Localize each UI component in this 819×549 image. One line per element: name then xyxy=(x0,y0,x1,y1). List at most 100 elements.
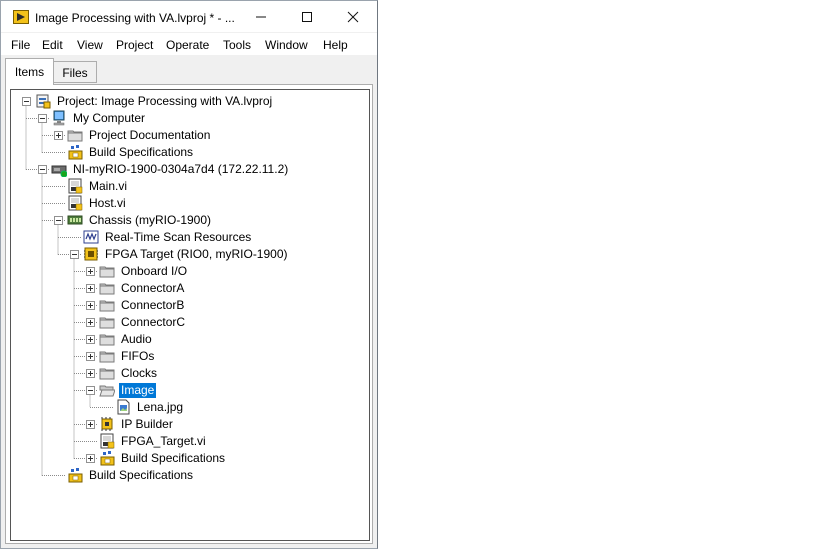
tree-item-label: Onboard I/O xyxy=(121,264,188,278)
tree-item-label: Audio xyxy=(121,332,152,346)
chassis-icon xyxy=(67,212,83,228)
collapse-icon[interactable] xyxy=(38,114,47,123)
collapse-icon[interactable] xyxy=(54,216,63,225)
menu-file[interactable]: File xyxy=(11,38,30,52)
tree-item[interactable]: Project: Image Processing with VA.lvproj xyxy=(11,93,367,110)
expand-icon[interactable] xyxy=(86,420,95,429)
tree-item[interactable]: ConnectorC xyxy=(11,314,367,331)
folder-icon xyxy=(99,297,115,313)
expand-icon[interactable] xyxy=(86,318,95,327)
tab-items[interactable]: Items xyxy=(5,58,54,85)
tree-item[interactable]: ConnectorA xyxy=(11,280,367,297)
minimize-button[interactable] xyxy=(238,1,284,32)
tree-item-label: ConnectorC xyxy=(121,315,186,329)
tree-item-label: Build Specifications xyxy=(89,145,194,159)
tree-item[interactable]: Project Documentation xyxy=(11,127,367,144)
project-icon xyxy=(35,93,51,109)
tree-item-label: NI-myRIO-1900-0304a7d4 (172.22.11.2) xyxy=(73,162,289,176)
myrio-target-icon xyxy=(51,161,68,178)
tree-item[interactable]: FPGA Target (RIO0, myRIO-1900) xyxy=(11,246,367,263)
tree-item[interactable]: Real-Time Scan Resources xyxy=(11,229,367,246)
menu-project[interactable]: Project xyxy=(116,38,153,52)
menu-bar: File Edit View Project Operate Tools Win… xyxy=(1,33,377,55)
tree-item-label: ConnectorA xyxy=(121,281,185,295)
view-tabs: Items Files xyxy=(1,56,377,85)
close-button[interactable] xyxy=(330,1,376,32)
tree-item[interactable]: Main.vi xyxy=(11,178,367,195)
build-spec-icon xyxy=(67,144,83,160)
tree-item[interactable]: Build Specifications xyxy=(11,450,367,467)
expand-icon[interactable] xyxy=(86,267,95,276)
tree-item[interactable]: NI-myRIO-1900-0304a7d4 (172.22.11.2) xyxy=(11,161,367,178)
menu-edit[interactable]: Edit xyxy=(42,38,63,52)
folder-icon xyxy=(67,127,83,143)
expand-icon[interactable] xyxy=(86,284,95,293)
menu-help[interactable]: Help xyxy=(323,38,348,52)
menu-operate[interactable]: Operate xyxy=(166,38,209,52)
expand-icon[interactable] xyxy=(86,454,95,463)
tree-item-label: Project: Image Processing with VA.lvproj xyxy=(57,94,273,108)
maximize-icon xyxy=(302,11,312,22)
collapse-icon[interactable] xyxy=(22,97,31,106)
tree-item[interactable]: Clocks xyxy=(11,365,367,382)
folder-icon xyxy=(99,348,115,364)
computer-icon xyxy=(51,110,67,126)
collapse-icon[interactable] xyxy=(38,165,47,174)
vi-icon xyxy=(67,178,83,194)
labview-app-icon xyxy=(13,10,29,24)
maximize-button[interactable] xyxy=(284,1,330,32)
tree-item[interactable]: Build Specifications xyxy=(11,144,367,161)
tree-item-label: Clocks xyxy=(121,366,158,380)
tree-item-label: FPGA_Target.vi xyxy=(121,434,206,448)
vi-icon xyxy=(99,433,115,449)
tree-item[interactable]: Audio xyxy=(11,331,367,348)
tree-item[interactable]: Onboard I/O xyxy=(11,263,367,280)
menu-tools[interactable]: Tools xyxy=(223,38,251,52)
collapse-icon[interactable] xyxy=(86,386,95,395)
tree-item-label: Main.vi xyxy=(89,179,128,193)
tree-item-label: Project Documentation xyxy=(89,128,211,142)
build-spec-icon xyxy=(67,467,83,483)
tree-item[interactable]: ConnectorB xyxy=(11,297,367,314)
tree-item[interactable]: FPGA_Target.vi xyxy=(11,433,367,450)
tree-item[interactable]: Host.vi xyxy=(11,195,367,212)
folder-icon xyxy=(99,263,115,279)
tree-item-label: My Computer xyxy=(73,111,146,125)
tree-item[interactable]: FIFOs xyxy=(11,348,367,365)
title-bar[interactable]: Image Processing with VA.lvproj * - ... xyxy=(1,1,377,32)
expand-icon[interactable] xyxy=(86,335,95,344)
tree-item[interactable]: Build Specifications xyxy=(11,467,367,484)
folder-icon xyxy=(99,331,115,347)
tab-files[interactable]: Files xyxy=(54,61,97,83)
tree-item[interactable]: IP Builder xyxy=(11,416,367,433)
tree-item[interactable]: Lena.jpg xyxy=(11,399,367,416)
expand-icon[interactable] xyxy=(86,352,95,361)
collapse-icon[interactable] xyxy=(70,250,79,259)
tree-item-label: Chassis (myRIO-1900) xyxy=(89,213,212,227)
folder-icon xyxy=(99,280,115,296)
vi-icon xyxy=(67,195,83,211)
tree-item-label: Real-Time Scan Resources xyxy=(105,230,252,244)
close-icon xyxy=(347,11,359,22)
tree-item-label: Image xyxy=(119,383,157,398)
expand-icon[interactable] xyxy=(86,301,95,310)
ip-builder-icon xyxy=(99,416,115,432)
tree-item[interactable]: Image xyxy=(11,382,367,399)
tree-item-label: FPGA Target (RIO0, myRIO-1900) xyxy=(105,247,288,261)
fpga-target-icon xyxy=(83,246,99,262)
tree-item-label: Build Specifications xyxy=(121,451,226,465)
scan-resources-icon xyxy=(83,229,99,245)
menu-view[interactable]: View xyxy=(77,38,103,52)
menu-window[interactable]: Window xyxy=(265,38,308,52)
tree-item-label: ConnectorB xyxy=(121,298,185,312)
image-file-icon xyxy=(115,399,131,415)
tree-item-label: Build Specifications xyxy=(89,468,194,482)
expand-icon[interactable] xyxy=(54,131,63,140)
tree-item[interactable]: Chassis (myRIO-1900) xyxy=(11,212,367,229)
folder-icon xyxy=(99,314,115,330)
tree-item[interactable]: My Computer xyxy=(11,110,367,127)
project-tree[interactable]: Project: Image Processing with VA.lvproj… xyxy=(10,89,370,541)
folder-icon xyxy=(99,365,115,381)
tree-item-label: FIFOs xyxy=(121,349,155,363)
expand-icon[interactable] xyxy=(86,369,95,378)
